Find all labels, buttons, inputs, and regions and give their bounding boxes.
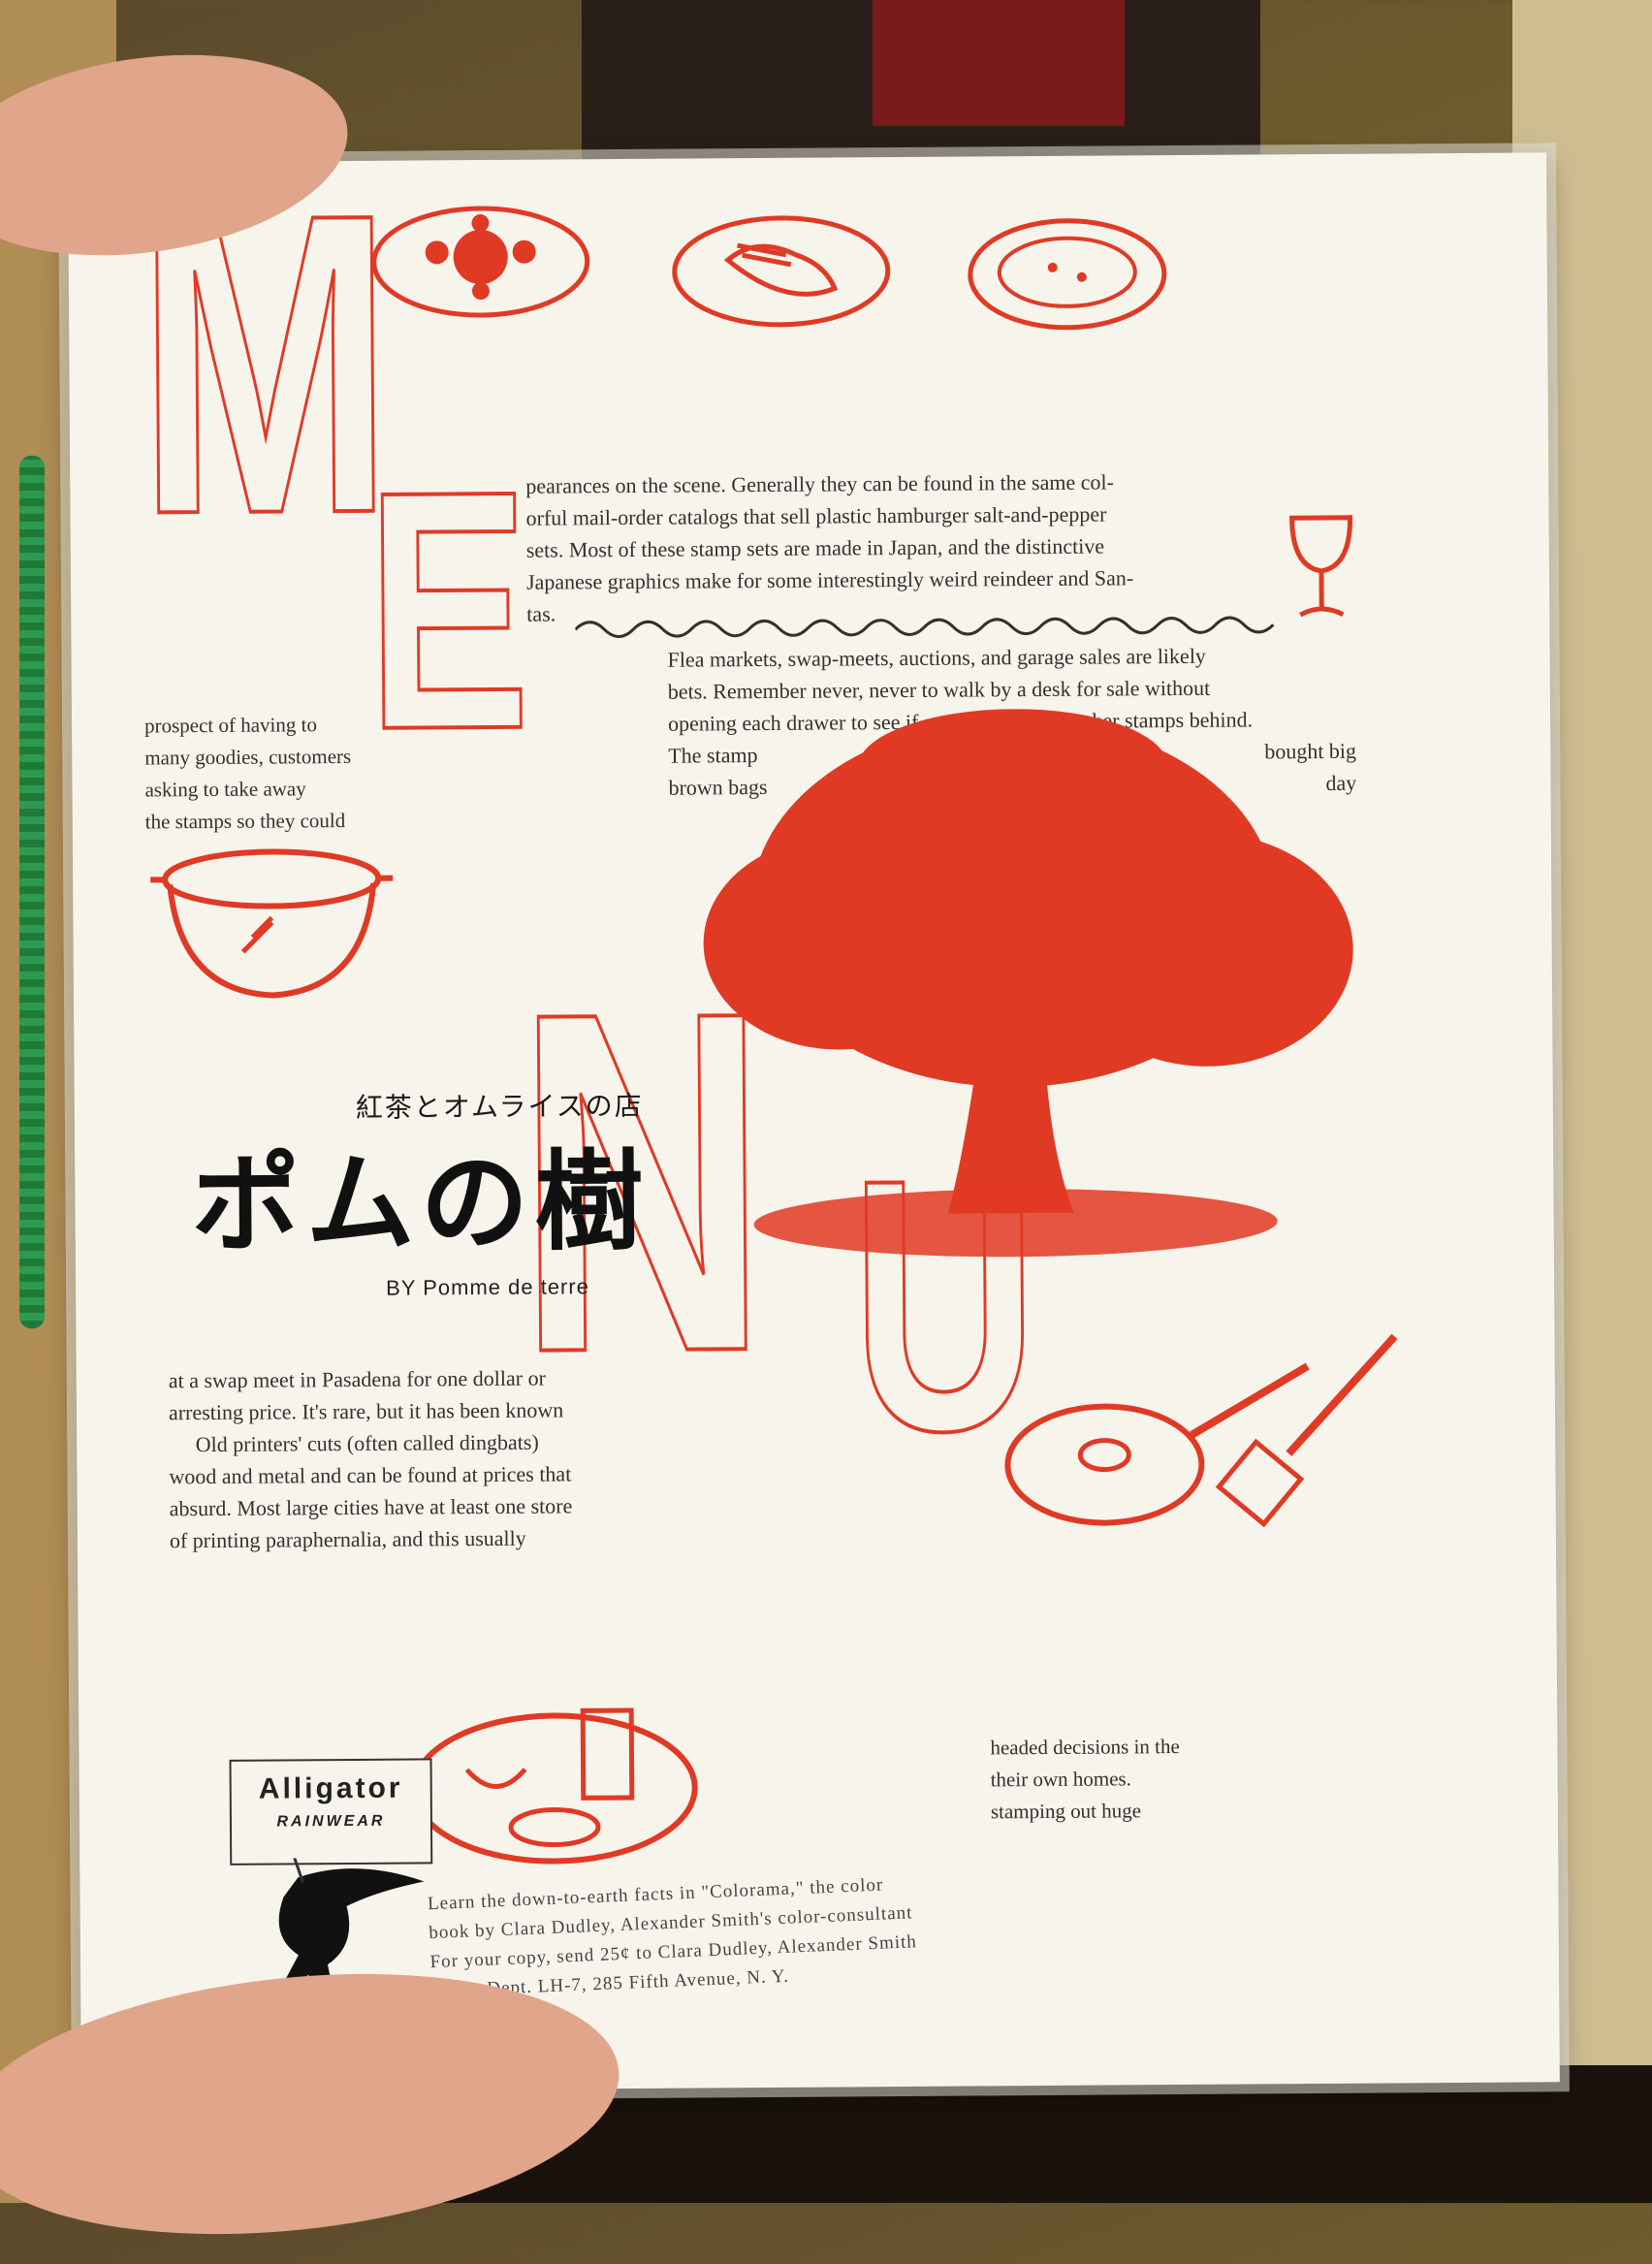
shop-name: ポムの樹 (191, 1114, 650, 1274)
tree-illustration (663, 707, 1375, 1274)
wine-glass-icon (1283, 513, 1361, 625)
frying-pan-icon (997, 1326, 1406, 1552)
alligator-ad-sign: Alligator RAINWEAR (230, 1758, 433, 1865)
copy-block-4: headed decisions in the their own homes.… (990, 1731, 1180, 1828)
plate-pizza-icon (965, 213, 1169, 335)
shop-byline: BY Pomme de terre (386, 1274, 589, 1300)
copy-block-3: at a swap meet in Pasadena for one dolla… (169, 1361, 573, 1556)
plate-flowers-icon (368, 198, 592, 326)
ad-subtitle: RAINWEAR (232, 1812, 430, 1831)
binding-cord (19, 456, 45, 1328)
copy-block-1: pearances on the scene. Generally they c… (525, 465, 1133, 629)
cooking-pot-icon (145, 840, 398, 1006)
copy-left-column: prospect of having to many goodies, cust… (144, 709, 352, 838)
letter-e: E (365, 441, 531, 781)
ad-brand: Alligator (232, 1771, 430, 1805)
ad-copy: Learn the down-to-earth facts in "Colora… (428, 1869, 919, 2006)
tea-set-icon (408, 1671, 700, 1866)
menu-card: M E N U pearances on the scene. Generall… (68, 152, 1560, 2092)
background-person-shirt (873, 0, 1125, 126)
plate-meal-icon (669, 210, 893, 334)
